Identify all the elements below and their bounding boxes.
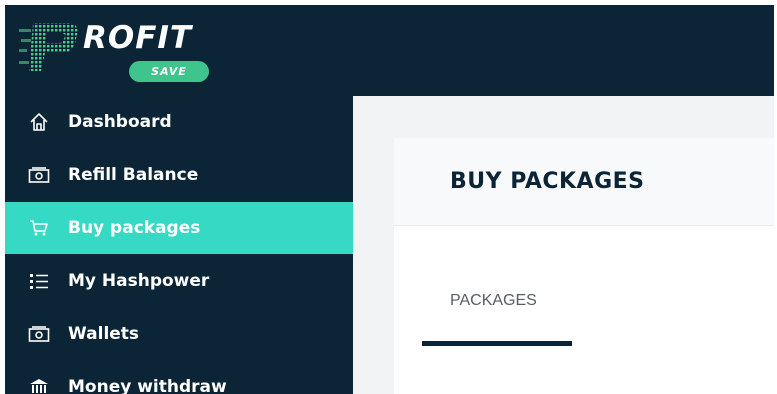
money-icon bbox=[28, 164, 50, 186]
cart-icon bbox=[28, 217, 50, 239]
sidebar-item-dashboard[interactable]: Dashboard bbox=[5, 96, 353, 148]
sidebar-item-label: Dashboard bbox=[68, 112, 172, 132]
tab-packages[interactable]: PACKAGES bbox=[450, 292, 537, 310]
main-content: BUY PACKAGES PACKAGES bbox=[353, 96, 774, 394]
home-icon bbox=[28, 111, 50, 133]
bank-icon bbox=[28, 376, 50, 394]
sidebar-item-label: Money withdraw bbox=[68, 377, 227, 394]
sidebar-item-buy-packages[interactable]: Buy packages bbox=[5, 202, 353, 254]
sidebar-item-label: Buy packages bbox=[68, 218, 201, 238]
tab-active-indicator bbox=[422, 341, 572, 346]
packages-card: BUY PACKAGES PACKAGES bbox=[394, 138, 774, 394]
page-title: BUY PACKAGES bbox=[450, 169, 645, 194]
sidebar-item-my-hashpower[interactable]: My Hashpower bbox=[5, 255, 353, 307]
sidebar-item-money-withdraw[interactable]: Money withdraw bbox=[5, 361, 353, 394]
logo-mark-icon bbox=[19, 23, 78, 71]
brand-sub-badge: SAVE bbox=[129, 61, 209, 82]
card-header: BUY PACKAGES bbox=[394, 138, 774, 226]
app-frame: ROFIT SAVE Dashboard Refill Balance Buy … bbox=[5, 5, 774, 394]
sidebar-item-label: Wallets bbox=[68, 324, 140, 344]
sidebar-item-label: My Hashpower bbox=[68, 271, 210, 291]
sidebar-item-label: Refill Balance bbox=[68, 165, 199, 185]
sidebar-item-wallets[interactable]: Wallets bbox=[5, 308, 353, 360]
wallet-icon bbox=[28, 323, 50, 345]
brand-name: ROFIT bbox=[83, 20, 193, 56]
sidebar-item-refill-balance[interactable]: Refill Balance bbox=[5, 149, 353, 201]
sidebar: Dashboard Refill Balance Buy packages My… bbox=[5, 96, 353, 394]
list-icon bbox=[28, 270, 50, 292]
brand-logo[interactable]: ROFIT SAVE bbox=[19, 19, 229, 89]
top-bar: ROFIT SAVE bbox=[5, 5, 774, 96]
